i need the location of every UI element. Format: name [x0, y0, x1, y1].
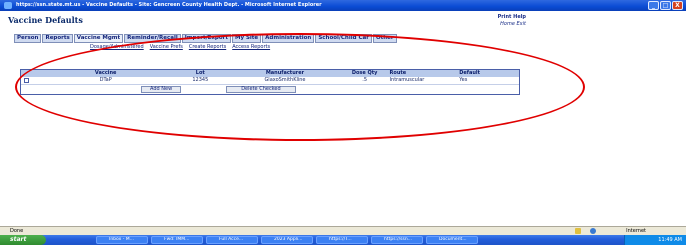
window-controls: _ □ X: [648, 1, 683, 10]
maximize-button[interactable]: □: [660, 1, 671, 10]
header-default: Default: [459, 70, 481, 76]
tab-reports[interactable]: Reports: [42, 34, 73, 43]
tab-my-site[interactable]: My Site: [231, 34, 262, 43]
cell-dose-qty: .5: [362, 77, 368, 83]
tab-administration[interactable]: Administration: [262, 34, 315, 43]
page-title: Vaccine Defaults: [8, 15, 83, 25]
cell-lot: 12345: [192, 77, 209, 83]
window-title: https://ssn.state.mt.us - Vaccine Defaul…: [16, 2, 322, 8]
globe-icon: [590, 228, 596, 234]
subtab-create-reports[interactable]: Create Reports: [189, 44, 226, 50]
ie-logo-icon: [4, 2, 12, 9]
taskbar-item[interactable]: Full Acce...: [206, 236, 258, 244]
cell-route: Intramuscular: [389, 77, 425, 83]
page-content: Vaccine Defaults Print Help Home Exit Pe…: [0, 11, 686, 226]
zone-label: Internet: [626, 228, 646, 234]
print-help-links[interactable]: Print Help: [498, 14, 526, 21]
taskbar-item[interactable]: Document...: [426, 236, 478, 244]
close-button[interactable]: X: [672, 1, 683, 10]
tab-import-export[interactable]: Import/Export: [181, 34, 231, 43]
taskbar-item[interactable]: Fwd: IMM...: [151, 236, 203, 244]
header-route: Route: [389, 70, 407, 76]
clock: 11:49 AM: [624, 235, 686, 245]
lock-icon: [575, 228, 581, 234]
main-tabs: Person Reports Vaccine Mgmt Reminder/Rec…: [14, 34, 398, 43]
home-exit-links[interactable]: Home Exit: [498, 21, 526, 28]
add-new-button[interactable]: Add New: [141, 86, 182, 93]
sub-tabs: Dosage/Administered Vaccine Prefs Create…: [90, 44, 270, 50]
cell-default: Yes: [459, 77, 468, 83]
table-row: DTaP 12345 GlaxoSmithKline .5 Intramuscu…: [21, 77, 519, 84]
tab-reminder-recall[interactable]: Reminder/Recall: [124, 34, 181, 43]
subtab-access-reports[interactable]: Access Reports: [232, 44, 270, 50]
row-checkbox[interactable]: [24, 78, 29, 83]
status-text: Done: [10, 228, 24, 234]
header-manufacturer: Manufacturer: [265, 70, 305, 76]
top-links: Print Help Home Exit: [498, 14, 526, 28]
header-check: [21, 70, 41, 77]
taskbar-item[interactable]: https://T...: [316, 236, 368, 244]
taskbar-item[interactable]: Inbox - M...: [96, 236, 148, 244]
cell-vaccine[interactable]: DTaP: [41, 77, 170, 84]
delete-checked-button[interactable]: Delete Checked: [226, 86, 296, 93]
table-footer: Add New Delete Checked: [21, 84, 519, 94]
taskbar-item[interactable]: 2023 Appli...: [261, 236, 313, 244]
tab-school-child-care[interactable]: School/Child Car: [315, 34, 372, 43]
vaccine-defaults-table: Vaccine Lot Manufacturer Dose Qty Route …: [20, 69, 520, 95]
header-dose-qty: Dose Qty: [351, 70, 378, 76]
start-button[interactable]: start: [0, 235, 46, 245]
header-lot: Lot: [195, 70, 205, 76]
cell-manufacturer: GlaxoSmithKline: [264, 77, 306, 83]
status-bar: Done Internet: [0, 226, 686, 235]
window-titlebar: https://ssn.state.mt.us - Vaccine Defaul…: [0, 0, 686, 11]
tab-other[interactable]: Other: [372, 34, 397, 43]
tab-person[interactable]: Person: [14, 34, 42, 43]
taskbar-item[interactable]: https://ssn...: [371, 236, 423, 244]
tab-vaccine-mgmt[interactable]: Vaccine Mgmt: [73, 34, 124, 43]
subtab-dosage-administered[interactable]: Dosage/Administered: [90, 44, 144, 50]
subtab-vaccine-prefs[interactable]: Vaccine Prefs: [150, 44, 183, 50]
header-vaccine: Vaccine: [94, 70, 117, 76]
minimize-button[interactable]: _: [648, 1, 659, 10]
table-header: Vaccine Lot Manufacturer Dose Qty Route …: [21, 70, 519, 77]
taskbar: start Inbox - M... Fwd: IMM... Full Acce…: [0, 235, 686, 245]
